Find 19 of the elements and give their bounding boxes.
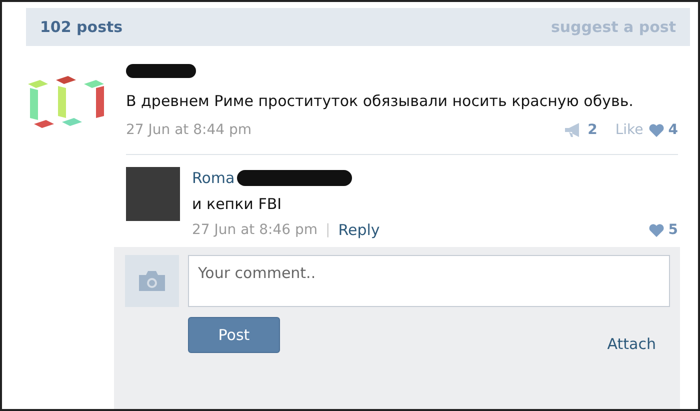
- photo-placeholder: [126, 167, 180, 221]
- author-name[interactable]: Roma: [192, 169, 235, 187]
- like-count: 5: [668, 222, 678, 238]
- camera-icon: [137, 270, 167, 292]
- comment-date: 27 Jun at 8:46 pm: [192, 222, 318, 238]
- like-count: 4: [668, 122, 678, 138]
- comment-input[interactable]: Your comment..: [188, 255, 670, 307]
- post-button[interactable]: Post: [188, 317, 280, 353]
- post-text: В древнем Риме проституток обязывали носить красную обувь.: [126, 91, 634, 112]
- repost-count: 2: [588, 122, 598, 138]
- separator: |: [326, 222, 330, 238]
- post-date: 27 Jun at 8:44 pm: [126, 122, 252, 138]
- posts-count: 102 posts: [40, 18, 123, 36]
- heart-icon[interactable]: [649, 124, 664, 136]
- reply-link[interactable]: Reply: [338, 221, 380, 239]
- attach-link[interactable]: Attach: [607, 335, 656, 353]
- heart-icon[interactable]: [649, 224, 664, 236]
- redaction-mark: [126, 64, 196, 78]
- comment-text: и кепки FBI: [192, 195, 283, 213]
